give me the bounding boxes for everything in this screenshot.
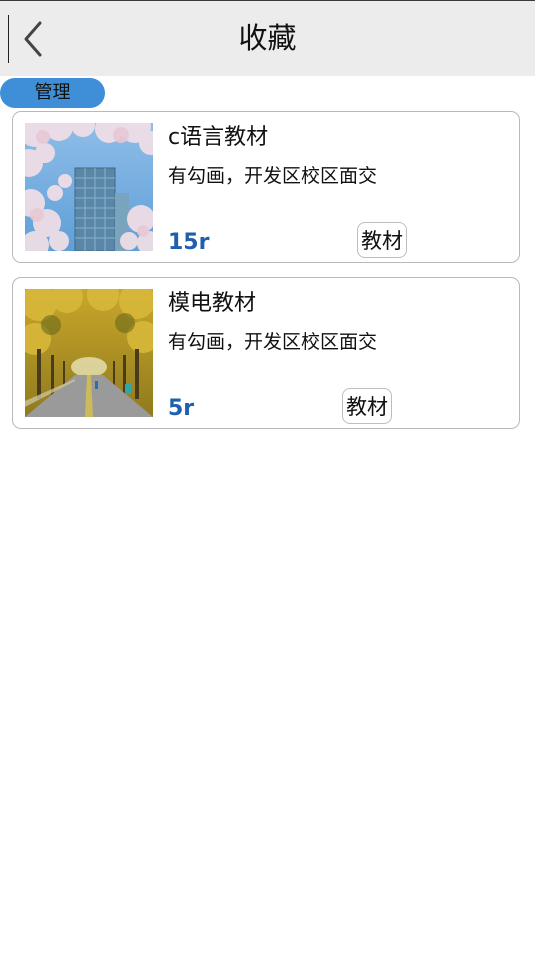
item-thumbnail <box>25 289 153 417</box>
ginkgo-avenue-image <box>25 289 153 417</box>
item-category-tag[interactable]: 教材 <box>357 222 407 258</box>
item-thumbnail <box>25 123 153 251</box>
manage-button[interactable]: 管理 <box>0 78 105 108</box>
item-description: 有勾画，开发区校区面交 <box>168 165 378 187</box>
favorite-item-card[interactable]: 模电教材 有勾画，开发区校区面交 5r 教材 <box>12 277 520 429</box>
cherry-blossom-building-image <box>25 123 153 251</box>
app-header: 收藏 <box>0 0 535 76</box>
favorite-item-card[interactable]: c语言教材 有勾画，开发区校区面交 15r 教材 <box>12 111 520 263</box>
page-title: 收藏 <box>238 21 297 55</box>
item-category-tag[interactable]: 教材 <box>342 388 392 424</box>
item-description: 有勾画，开发区校区面交 <box>168 331 378 353</box>
item-price: 5r <box>168 396 195 421</box>
item-price: 15r <box>168 230 210 255</box>
item-title: c语言教材 <box>168 125 269 150</box>
item-title: 模电教材 <box>168 291 257 316</box>
